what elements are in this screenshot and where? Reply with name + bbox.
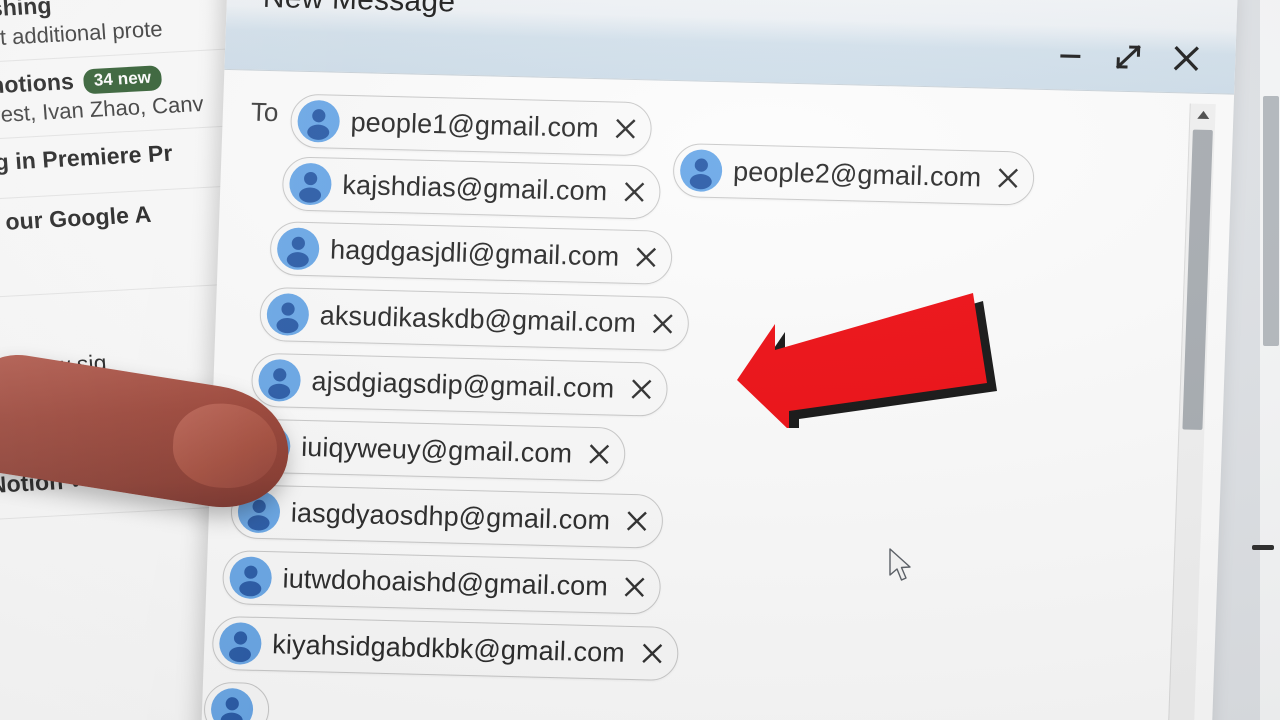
recipient-email: iuiqyweuy@gmail.com xyxy=(300,431,573,469)
avatar-icon xyxy=(218,621,264,666)
recipient-chip[interactable]: aksudikaskdb@gmail.com xyxy=(258,286,690,352)
recipient-chip[interactable]: iuiqyweuy@gmail.com xyxy=(240,418,627,482)
remove-recipient-icon[interactable] xyxy=(633,244,660,271)
compose-title: New Message xyxy=(262,0,455,20)
remove-recipient-icon[interactable] xyxy=(628,376,655,403)
avatar-icon xyxy=(296,99,342,144)
close-icon[interactable] xyxy=(1171,43,1202,74)
recipient-email: hagdgasjdli@gmail.com xyxy=(329,234,620,272)
remove-recipient-icon[interactable] xyxy=(586,441,613,468)
remove-recipient-icon[interactable] xyxy=(638,640,665,667)
inbox-row-subject-text: romotions xyxy=(0,67,75,100)
mouse-cursor xyxy=(888,548,914,584)
avatar-icon xyxy=(275,226,321,271)
fingernail xyxy=(170,401,280,491)
recipient-chip[interactable]: kajshdias@gmail.com xyxy=(281,156,662,220)
recipient-email: kiyahsidgabdkbk@gmail.com xyxy=(271,628,626,668)
unread-count-badge: 34 new xyxy=(83,65,163,95)
window-controls xyxy=(1055,40,1202,74)
page-scrollbar-thumb[interactable] xyxy=(1263,96,1279,346)
recipient-chip[interactable]: hagdgasjdli@gmail.com xyxy=(269,221,674,285)
expand-icon[interactable] xyxy=(1113,42,1144,73)
avatar-icon xyxy=(257,358,303,403)
avatar-icon xyxy=(265,292,311,337)
recipient-chip[interactable]: iasgdyaosdhp@gmail.com xyxy=(230,484,665,549)
page-scrollbar[interactable] xyxy=(1260,0,1280,720)
remove-recipient-icon[interactable] xyxy=(621,179,648,206)
scroll-up-icon[interactable] xyxy=(1190,104,1216,127)
screen-photo: phishing o get additional prote romotion… xyxy=(0,0,1280,720)
recipient-email: people1@gmail.com xyxy=(350,106,600,143)
recipient-chip[interactable]: ajsdgiagsdip@gmail.com xyxy=(250,352,669,417)
avatar-icon xyxy=(209,687,255,720)
recipient-email: iasgdyaosdhp@gmail.com xyxy=(290,497,611,535)
recipient-chip[interactable]: kiyahsidgabdkbk@gmail.com xyxy=(211,615,679,682)
remove-recipient-icon[interactable] xyxy=(612,115,639,142)
remove-recipient-icon[interactable] xyxy=(621,574,648,601)
red-arrow-annotation xyxy=(715,278,1005,438)
recipient-chip[interactable]: people1@gmail.com xyxy=(289,93,653,157)
avatar-icon xyxy=(228,555,274,600)
remove-recipient-icon[interactable] xyxy=(624,508,651,535)
minimize-icon[interactable] xyxy=(1055,40,1086,71)
screen-edge-mark xyxy=(1252,545,1274,550)
remove-recipient-icon[interactable] xyxy=(650,310,677,337)
avatar-icon xyxy=(288,162,334,207)
recipient-email: ajsdgiagsdip@gmail.com xyxy=(311,365,615,404)
recipient-email: kajshdias@gmail.com xyxy=(341,169,608,206)
recipient-email: aksudikaskdb@gmail.com xyxy=(319,299,637,338)
recipient-email: iutwdohoaishd@gmail.com xyxy=(282,562,609,601)
recipient-chip[interactable]: iutwdohoaishd@gmail.com xyxy=(221,550,662,615)
